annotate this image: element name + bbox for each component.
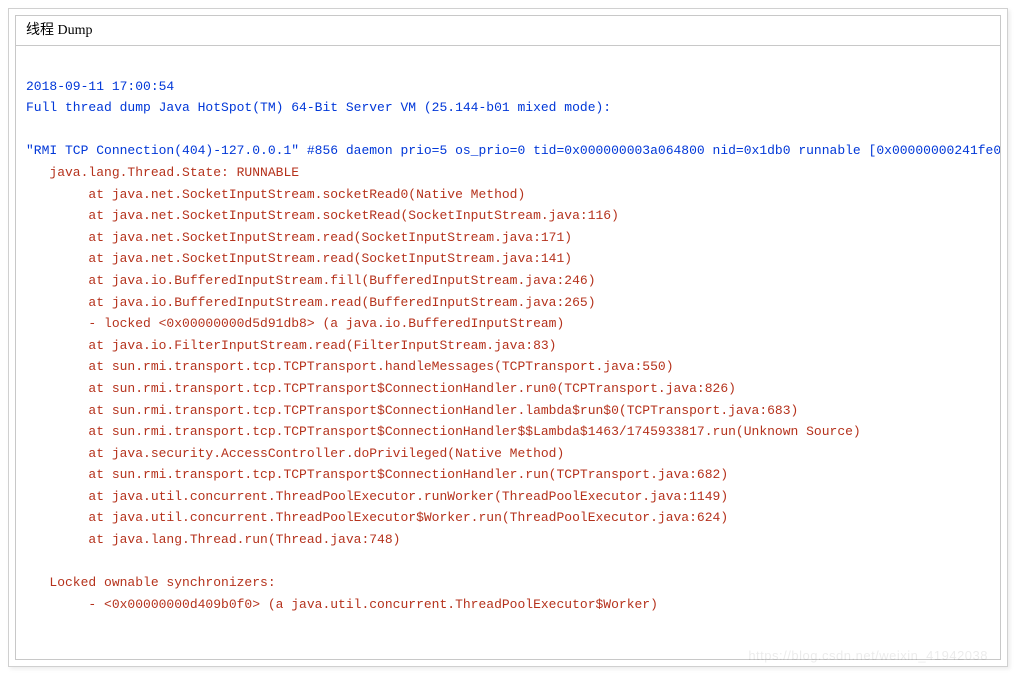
stack-frame: at sun.rmi.transport.tcp.TCPTransport$Co… bbox=[26, 424, 861, 439]
thread-dump-content: 2018-09-11 17:00:54 Full thread dump Jav… bbox=[16, 46, 1000, 619]
stack-frame: at java.net.SocketInputStream.read(Socke… bbox=[26, 230, 572, 245]
stack-frame: at java.net.SocketInputStream.socketRead… bbox=[26, 187, 525, 202]
panel-title: 线程 Dump bbox=[26, 23, 93, 38]
locked-synchronizers-title: Locked ownable synchronizers: bbox=[26, 575, 276, 590]
panel-outer-frame: 线程 Dump 2018-09-11 17:00:54 Full thread … bbox=[8, 8, 1008, 667]
panel-header: 线程 Dump bbox=[16, 16, 1000, 46]
dump-timestamp: 2018-09-11 17:00:54 bbox=[26, 79, 174, 94]
stack-frame: at sun.rmi.transport.tcp.TCPTransport$Co… bbox=[26, 403, 798, 418]
stack-frame: at java.lang.Thread.run(Thread.java:748) bbox=[26, 532, 400, 547]
stack-frame: at java.io.BufferedInputStream.fill(Buff… bbox=[26, 273, 596, 288]
thread-header-line: "RMI TCP Connection(404)-127.0.0.1" #856… bbox=[26, 143, 1001, 158]
stack-frame: at java.io.FilterInputStream.read(Filter… bbox=[26, 338, 557, 353]
stack-frame: at sun.rmi.transport.tcp.TCPTransport$Co… bbox=[26, 467, 728, 482]
stack-frame: at java.net.SocketInputStream.socketRead… bbox=[26, 208, 619, 223]
stack-frame: at java.net.SocketInputStream.read(Socke… bbox=[26, 251, 572, 266]
dump-full-line: Full thread dump Java HotSpot(TM) 64-Bit… bbox=[26, 100, 611, 115]
stack-frame: at sun.rmi.transport.tcp.TCPTransport.ha… bbox=[26, 359, 674, 374]
stack-frame: at java.security.AccessController.doPriv… bbox=[26, 446, 564, 461]
stack-frame: at java.util.concurrent.ThreadPoolExecut… bbox=[26, 489, 728, 504]
stack-frame: - locked <0x00000000d5d91db8> (a java.io… bbox=[26, 316, 564, 331]
stack-frame: at java.io.BufferedInputStream.read(Buff… bbox=[26, 295, 596, 310]
stack-frame: at sun.rmi.transport.tcp.TCPTransport$Co… bbox=[26, 381, 736, 396]
stack-frame: at java.util.concurrent.ThreadPoolExecut… bbox=[26, 510, 728, 525]
panel-inner-frame: 线程 Dump 2018-09-11 17:00:54 Full thread … bbox=[15, 15, 1001, 660]
locked-synchronizer-item: - <0x00000000d409b0f0> (a java.util.conc… bbox=[26, 597, 658, 612]
thread-state-line: java.lang.Thread.State: RUNNABLE bbox=[26, 165, 299, 180]
